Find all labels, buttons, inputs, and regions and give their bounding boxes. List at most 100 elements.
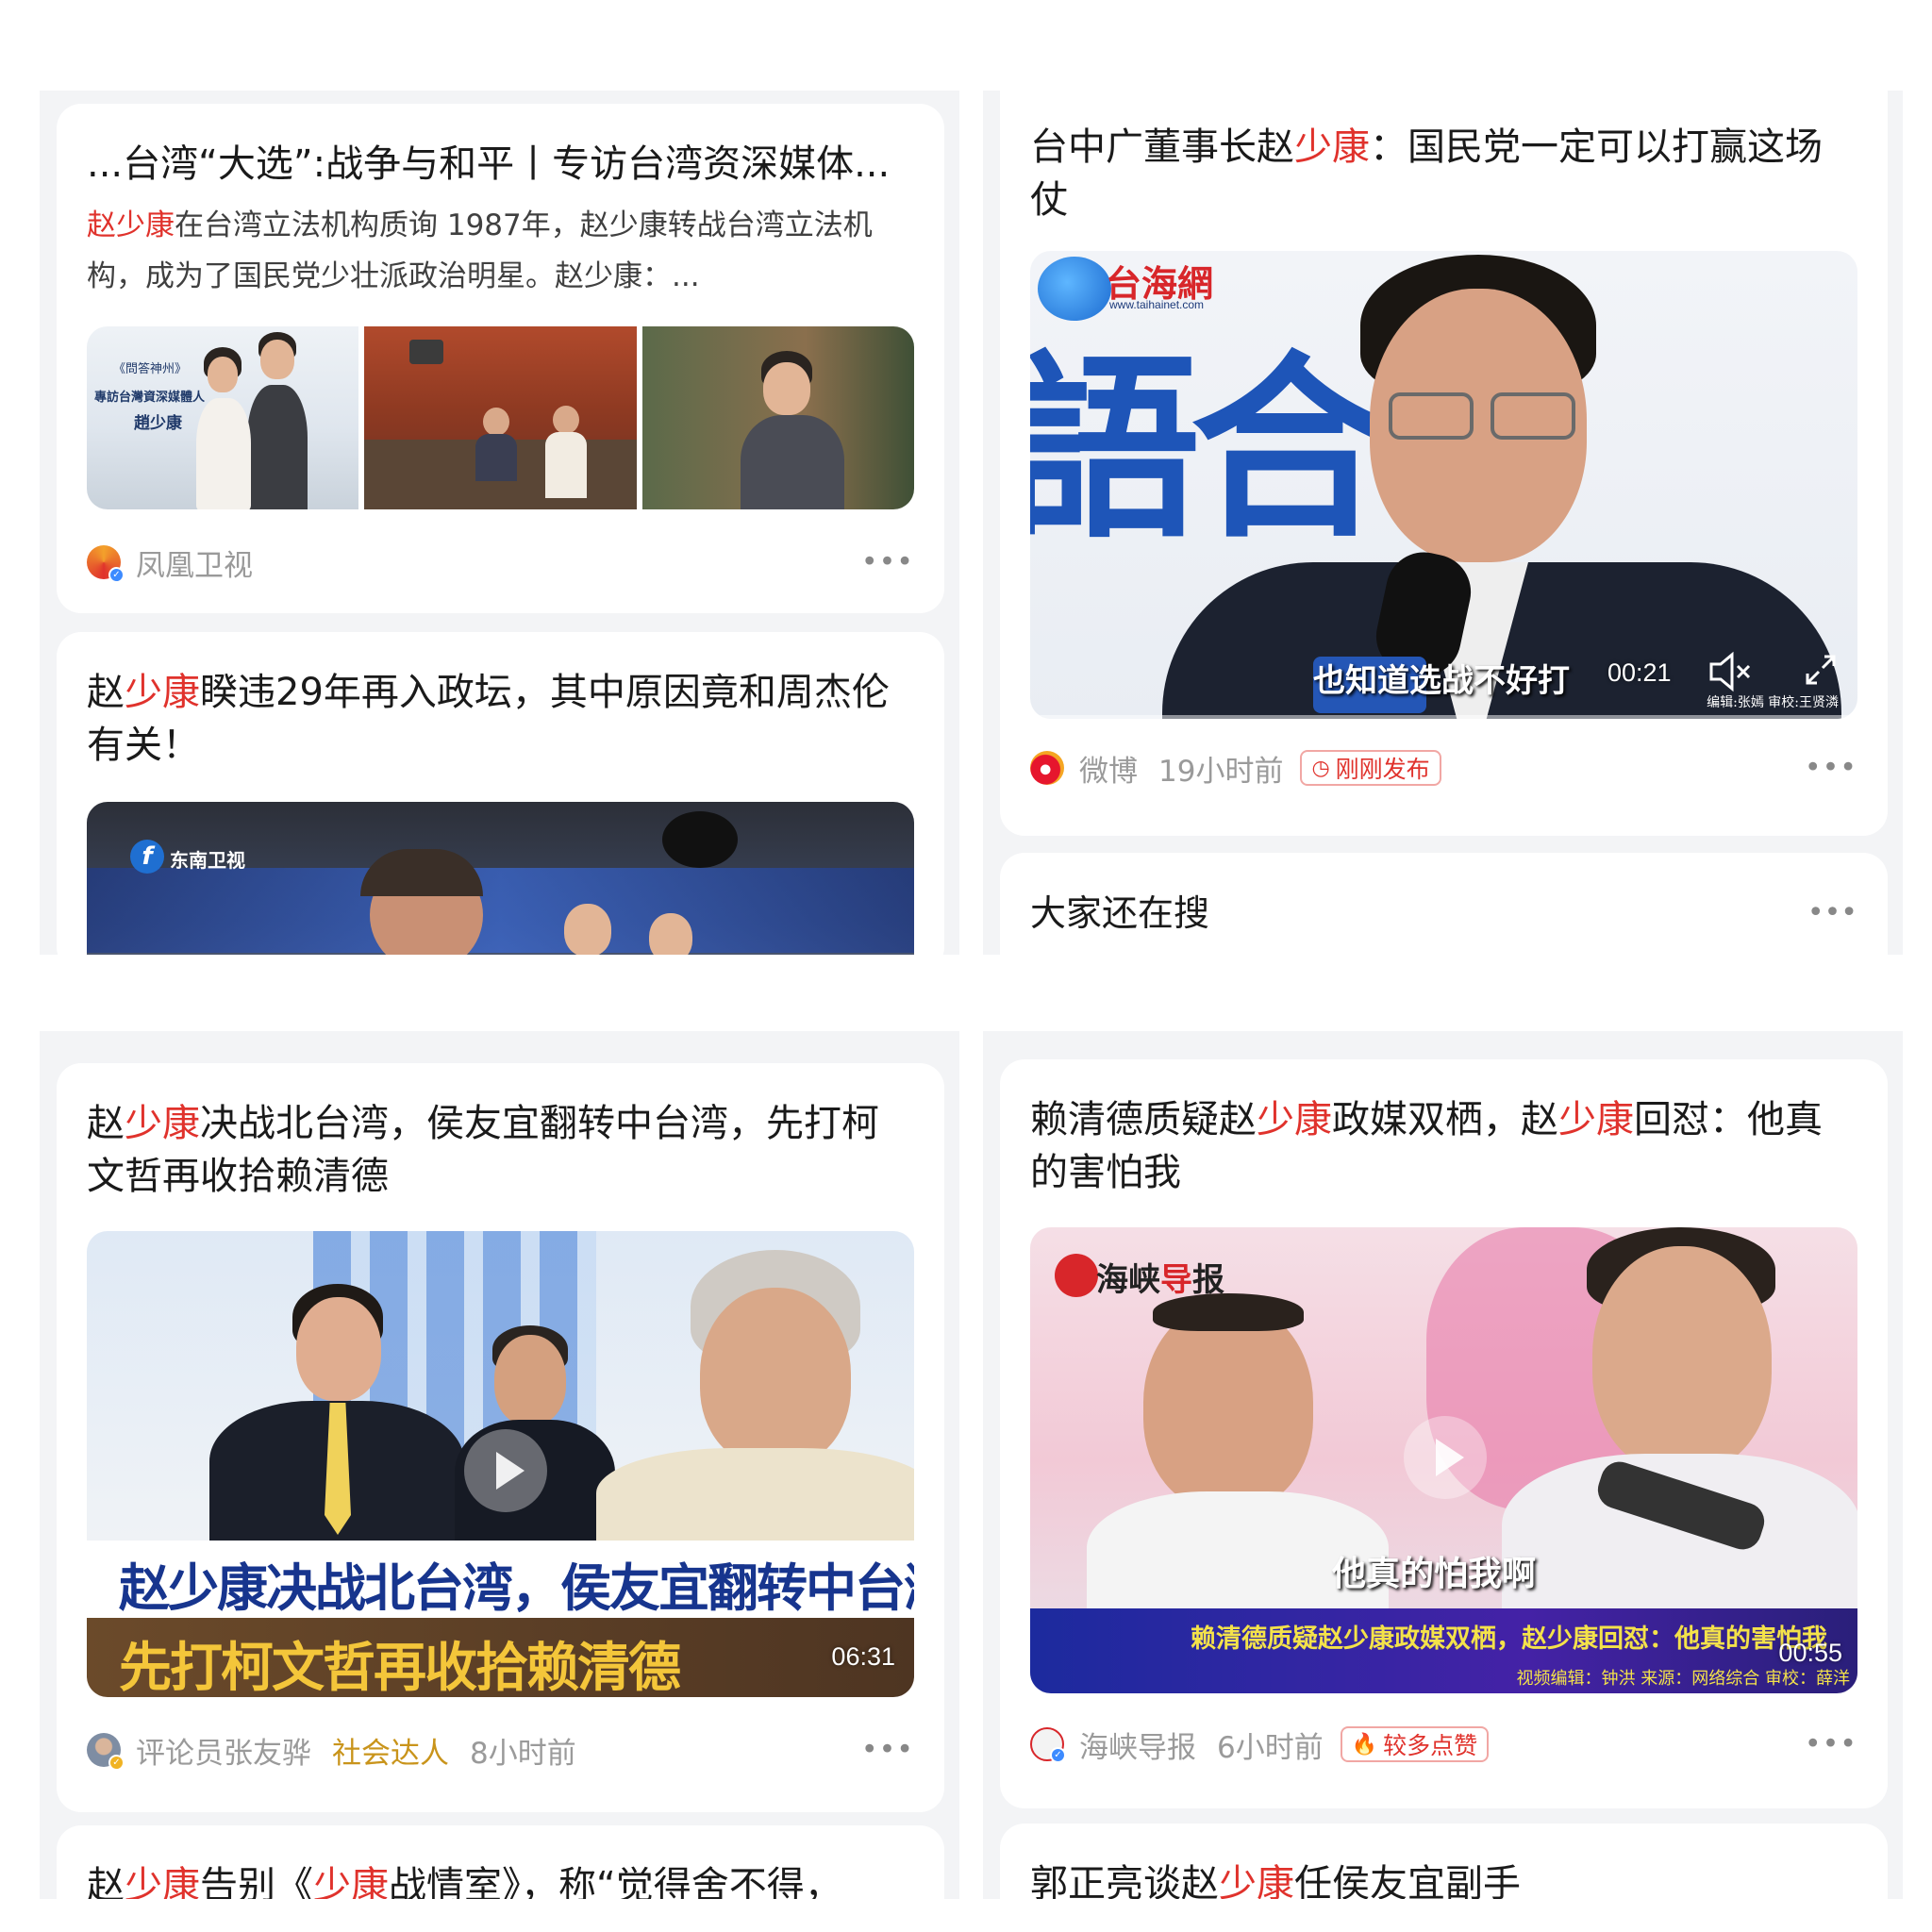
more-dots-icon[interactable]: ••• [861, 546, 914, 579]
strait-herald-logo-icon [1055, 1254, 1098, 1297]
news-card-taihai[interactable]: 台中广董事长赵少康：国民党一定可以打赢这场仗 語合 台海網 www.taihai… [1000, 91, 1888, 836]
thumbnail-3[interactable] [641, 326, 914, 509]
source-name[interactable]: 评论员张友骅 [136, 1729, 311, 1772]
status-badge: ◷ 刚刚发布 [1300, 750, 1441, 786]
news-card-partial[interactable]: 郭正亮谈赵少康任侯友宜副手 [1000, 1824, 1888, 1899]
title-text: 赵 [87, 671, 125, 714]
source-name[interactable]: 海峡导报 [1079, 1724, 1196, 1766]
card-title[interactable]: 赖清德质疑赵少康政媒双栖，赵少康回怼：他真的害怕我 [1030, 1093, 1857, 1199]
banner-text-2: 先打柯文哲再收拾赖清德 [119, 1638, 681, 1697]
thumbnail-1[interactable]: 《問答神州》 專訪台灣資深媒體人 趙少康 [87, 326, 359, 509]
title-text: 决战北台湾，侯友宜翻转中台湾，先打柯文哲再收拾赖清德 [87, 1102, 879, 1198]
feed-panel-bottom-right: 赖清德质疑赵少康政媒双栖，赵少康回怼：他真的害怕我 海峡导报 他真的怕我啊 赖清… [983, 1031, 1903, 1899]
publish-time: 6小时前 [1217, 1730, 1324, 1765]
feed-panel-top-right: 台中广董事长赵少康：国民党一定可以打赢这场仗 語合 台海網 www.taihai… [983, 91, 1903, 955]
title-text: 睽违29年再入政坛，其中原因竟和周杰伦有关！ [87, 671, 890, 767]
taihai-logo-icon [1038, 257, 1111, 321]
logo-text-b: 导 [1160, 1261, 1192, 1299]
video-player[interactable]: 語合 台海網 www.taihainet.com 也知道选战不好打 00:21 … [1030, 251, 1857, 719]
thumbnail-2[interactable] [364, 326, 637, 509]
thumbnail-text-3: 趙少康 [134, 414, 182, 433]
card-meta: 微博 19小时前 ◷ 刚刚发布 ••• [1030, 728, 1857, 808]
video-subtitle: 他真的怕我啊 [1332, 1554, 1537, 1593]
news-card-commentator[interactable]: 赵少康决战北台湾，侯友宜翻转中台湾，先打柯文哲再收拾赖清德 赵少康决战北台湾，侯… [57, 1063, 944, 1812]
phoenix-logo-icon: ✓ [87, 545, 125, 583]
channel-logo-text: 东南卫视 [170, 849, 245, 872]
verified-icon: ✓ [1050, 1747, 1066, 1763]
title-highlight: 少康 [1257, 1098, 1332, 1141]
logo-text-a: 海峡 [1096, 1261, 1160, 1299]
thumbnail-row[interactable]: 《問答神州》 專訪台灣資深媒體人 趙少康 [87, 326, 914, 509]
mute-icon[interactable] [1707, 651, 1755, 692]
channel-logo-icon: f [130, 840, 164, 874]
verified-icon: ✓ [108, 1755, 125, 1771]
video-duration: 00:55 [1778, 1639, 1842, 1667]
video-thumbnail[interactable]: 赵少康决战北台湾，侯友宜翻转中台湾 先打柯文哲再收拾赖清德 06:31 [87, 1231, 914, 1697]
card-title[interactable]: 台中广董事长赵少康：国民党一定可以打赢这场仗 [1030, 121, 1857, 226]
title-highlight: 少康 [1294, 125, 1370, 169]
title-highlight: 少康 [313, 1864, 389, 1899]
title-text: 告别《 [200, 1864, 313, 1899]
play-icon[interactable] [1404, 1416, 1487, 1499]
play-icon[interactable] [464, 1429, 547, 1512]
title-text: 战情室》，称“觉得舍不得， [389, 1864, 842, 1899]
source-name[interactable]: 凤凰卫视 [136, 541, 253, 584]
feed-panel-top-left: ...台湾“大选”:战争与和平丨专访台湾资深媒体... 赵少康在台湾立法机构质询… [40, 91, 959, 955]
title-text: 赵 [87, 1864, 125, 1899]
clock-icon: ◷ [1311, 756, 1330, 780]
card-title[interactable]: 赵少康告别《少康战情室》，称“觉得舍不得， [87, 1859, 914, 1899]
badge-label: 刚刚发布 [1335, 756, 1430, 783]
video-banner-top: 赵少康决战北台湾，侯友宜翻转中台湾 [87, 1541, 914, 1618]
title-text: 台中广董事长赵 [1030, 125, 1294, 169]
card-meta: ✓ 凤凰卫视 ••• [87, 523, 914, 602]
more-dots-icon[interactable]: ••• [1805, 1728, 1857, 1761]
strait-herald-avatar: ✓ [1030, 1727, 1066, 1763]
video-player[interactable]: 海峡导报 他真的怕我啊 赖清德质疑赵少康政媒双栖，赵少康回怼：他真的害怕我 视频… [1030, 1227, 1857, 1693]
video-thumbnail[interactable]: f 东南卫视 [87, 802, 914, 955]
logo-text: 海峡导报 [1096, 1254, 1224, 1300]
snippet-text: 在台湾立法机构质询 1987年，赵少康转战台湾立法机构，成为了国民党少壮派政治明… [87, 208, 873, 293]
title-text: 政媒双栖，赵 [1332, 1098, 1558, 1141]
card-meta: ✓ 评论员张友骅 社会达人 8小时前 ••• [87, 1710, 914, 1790]
more-dots-icon[interactable]: ••• [1805, 752, 1857, 785]
video-subtitle: 也知道选战不好打 [1313, 662, 1570, 700]
more-dots-icon[interactable]: ••• [1807, 896, 1857, 929]
card-title[interactable]: 赵少康决战北台湾，侯友宜翻转中台湾，先打柯文哲再收拾赖清德 [87, 1097, 914, 1203]
title-highlight: 少康 [125, 671, 200, 714]
fullscreen-icon[interactable] [1804, 653, 1838, 687]
related-searches-card[interactable]: 大家还在搜 ••• [1000, 853, 1888, 955]
title-text: 赵 [87, 1102, 125, 1145]
banner-text: 赖清德质疑赵少康政媒双栖，赵少康回怼：他真的害怕我 [1191, 1624, 1827, 1654]
news-card-phoenix[interactable]: ...台湾“大选”:战争与和平丨专访台湾资深媒体... 赵少康在台湾立法机构质询… [57, 104, 944, 613]
title-text: 任侯友宜副手 [1294, 1862, 1521, 1899]
badge-label: 较多点赞 [1383, 1732, 1478, 1759]
title-highlight: 少康 [125, 1864, 200, 1899]
news-card-partial[interactable]: 赵少康告别《少康战情室》，称“觉得舍不得， [57, 1825, 944, 1899]
title-highlight: 少康 [1558, 1098, 1634, 1141]
news-card-southeast-tv[interactable]: 赵少康睽违29年再入政坛，其中原因竟和周杰伦有关！ f 东南卫视 [57, 632, 944, 955]
related-searches-title: 大家还在搜 [1030, 892, 1210, 934]
source-name[interactable]: 微博 [1079, 747, 1138, 790]
card-title[interactable]: 赵少康睽违29年再入政坛，其中原因竟和周杰伦有关！ [87, 666, 914, 772]
feed-panel-bottom-left: 赵少康决战北台湾，侯友宜翻转中台湾，先打柯文哲再收拾赖清德 赵少康决战北台湾，侯… [40, 1031, 959, 1899]
publish-time: 8小时前 [470, 1736, 576, 1771]
author-tag: 社会达人 [332, 1736, 449, 1771]
title-highlight: 少康 [125, 1102, 200, 1145]
card-snippet: 赵少康在台湾立法机构质询 1987年，赵少康转战台湾立法机构，成为了国民党少壮派… [87, 200, 914, 302]
publish-time: 19小时前 [1158, 754, 1284, 789]
snippet-highlight: 赵少康 [87, 208, 175, 242]
status-badge: 🔥 较多点赞 [1340, 1726, 1490, 1762]
weibo-logo-icon [1030, 751, 1064, 785]
backdrop-text: 語合 [1030, 334, 1389, 565]
logo-url: www.taihainet.com [1109, 298, 1205, 311]
verified-icon: ✓ [108, 567, 125, 583]
card-title[interactable]: 郭正亮谈赵少康任侯友宜副手 [1030, 1857, 1857, 1899]
title-text: 郭正亮谈赵 [1030, 1862, 1219, 1899]
more-dots-icon[interactable]: ••• [861, 1734, 914, 1767]
card-title[interactable]: ...台湾“大选”:战争与和平丨专访台湾资深媒体... [87, 138, 914, 191]
title-text: 赖清德质疑赵 [1030, 1098, 1257, 1141]
title-highlight: 少康 [1219, 1862, 1294, 1899]
flame-icon: 🔥 [1351, 1732, 1378, 1757]
thumbnail-text-2: 專訪台灣資深媒體人 [94, 391, 206, 405]
news-card-strait-herald[interactable]: 赖清德质疑赵少康政媒双栖，赵少康回怼：他真的害怕我 海峡导报 他真的怕我啊 赖清… [1000, 1059, 1888, 1808]
